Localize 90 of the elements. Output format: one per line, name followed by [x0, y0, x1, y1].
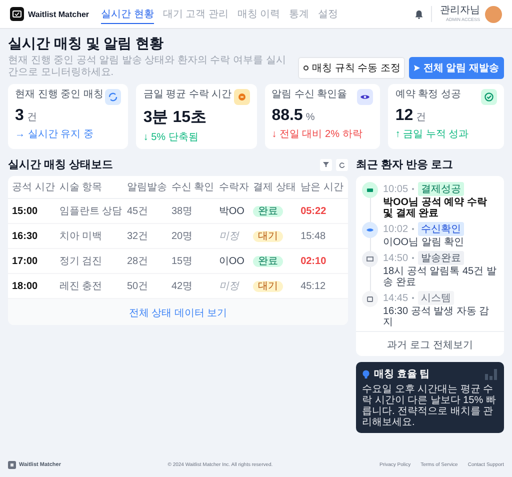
bell-icon[interactable]: [415, 10, 423, 18]
refresh-button[interactable]: [336, 158, 348, 170]
table-cell: 16:30: [8, 224, 56, 248]
nav-tab[interactable]: 설정: [318, 4, 338, 24]
table-cell: 05:22: [296, 198, 348, 224]
send-icon: [414, 65, 420, 71]
table-cell: 임플란트 상담: [55, 198, 123, 224]
timer-icon: [234, 89, 250, 105]
status-badge: 완료: [253, 256, 284, 267]
stat-value: 3분 15초: [143, 108, 206, 128]
section-title: 최근 환자 반응 로그: [356, 158, 454, 172]
column-header: 수신 확인: [167, 176, 215, 198]
stat-label: 금일 평균 수락 시간: [143, 89, 232, 100]
status-badge: 완료: [253, 206, 284, 217]
stat-note: → 실시간 유지 중: [15, 128, 94, 141]
stat-label: 예약 확정 성공: [395, 89, 461, 100]
stat-note: ↓ 5% 단축됨: [143, 131, 200, 144]
status-badge: 대기: [253, 281, 284, 292]
stat-value: 88.5: [272, 107, 303, 125]
table-cell: 32건: [122, 224, 168, 248]
section-title: 실시간 매칭 상태보드: [8, 158, 114, 172]
table-cell: 15:00: [8, 198, 56, 224]
log-tag: 발송완료: [418, 251, 464, 265]
column-header: 남은 시간: [296, 176, 348, 198]
logo-icon: [8, 461, 16, 469]
table-cell: 15:48: [296, 224, 348, 248]
eye-icon: [357, 89, 374, 105]
nav-tab[interactable]: 통계: [289, 4, 310, 24]
stat-value: 3: [15, 107, 24, 125]
adjust-button[interactable]: 매칭 규칙 수동 조정: [298, 57, 406, 79]
page-title: 실시간 매칭 및 알림 현황: [8, 35, 165, 53]
bulb-icon: [362, 370, 370, 378]
stat-label: 현재 진행 중인 매칭: [15, 89, 104, 100]
column-header: 공석 시간: [8, 176, 56, 198]
sync-icon: [105, 89, 122, 105]
table-cell: 박OO: [214, 198, 250, 224]
column-header: 시술 항목: [55, 176, 123, 198]
log-time: 14:50: [383, 252, 408, 264]
view-all-link[interactable]: 전체 상태 데이터 보기: [128, 308, 228, 319]
table-cell: 45건: [122, 198, 168, 224]
nav-tab[interactable]: 매칭 이력: [237, 4, 280, 24]
stat-unit: 건: [26, 111, 37, 124]
tip-title: 매칭 효율 팁: [374, 368, 431, 381]
system-icon: [362, 291, 378, 307]
logo-icon: [10, 7, 24, 21]
column-header: 결제 상태: [249, 176, 297, 198]
table-cell: 치아 미백: [55, 224, 123, 248]
read-icon: [362, 222, 378, 238]
stat-label: 알림 수신 확인율: [272, 89, 348, 100]
table-cell: 이OO: [214, 248, 250, 274]
bar-chart-icon: [484, 368, 498, 380]
status-badge: 대기: [253, 231, 284, 242]
column-header: 수락자: [214, 176, 250, 198]
table-cell: 38명: [167, 198, 215, 224]
user-name: 관리자님: [440, 6, 480, 16]
tip-text: 수요일 오후 시간대는 평균 수락 시간이 다른 날보다 15% 빠릅니다. 전략적으로 배치를 관리해보세요.: [362, 384, 497, 428]
page-subtitle: 현재 진행 중인 공석 알림 발송 상태와 환자의 수락 여부를 실시간으로 모니터링하세요.: [8, 55, 287, 79]
refresh-icon: [339, 162, 345, 168]
log-time: 10:05: [383, 184, 408, 194]
stat-unit: %: [306, 112, 315, 123]
log-text: 18시 공석 알림톡 45건 발송 완료: [383, 266, 498, 288]
log-tag: 시스템: [418, 291, 454, 305]
resend-button[interactable]: 전체 알림 재발송: [409, 57, 504, 79]
log-tag: 수신확인: [418, 222, 464, 236]
nav-tab[interactable]: 실시간 현황: [101, 4, 154, 24]
table-cell: 20명: [167, 224, 215, 248]
log-text: 16:30 공석 발생 자동 감지: [383, 306, 490, 328]
log-text: 박OO님 공석 예약 수락 및 결제 완료: [383, 197, 488, 219]
table-cell: 02:10: [296, 248, 348, 274]
table-cell: 미정: [214, 224, 250, 248]
check-icon: [481, 89, 497, 105]
log-time: 10:02: [383, 224, 408, 234]
filter-icon: [323, 162, 329, 167]
table-cell: 정기 검진: [55, 248, 123, 274]
view-log-link[interactable]: 과거 로그 전체보기: [387, 340, 473, 351]
log-text: 이OO님 알림 확인: [383, 237, 464, 248]
payment-icon: [362, 182, 378, 198]
stat-value: 12: [395, 107, 414, 125]
stat-unit: 건: [416, 111, 426, 124]
filter-button[interactable]: [320, 158, 332, 170]
column-header: 알림발송: [122, 176, 168, 198]
log-time: 14:45: [383, 292, 408, 304]
nav-tab[interactable]: 대기 고객 관리: [162, 4, 228, 24]
table-cell: 28건: [122, 248, 168, 274]
log-tag: 결제성공: [418, 182, 464, 196]
table-cell: 17:00: [8, 248, 56, 274]
table-cell: 15명: [167, 248, 215, 274]
stat-note: ↑ 금일 누적 성과: [395, 128, 470, 141]
brand-name: Waitlist Matcher: [28, 10, 90, 18]
stat-note: ↓ 전일 대비 2% 하락: [272, 128, 364, 141]
